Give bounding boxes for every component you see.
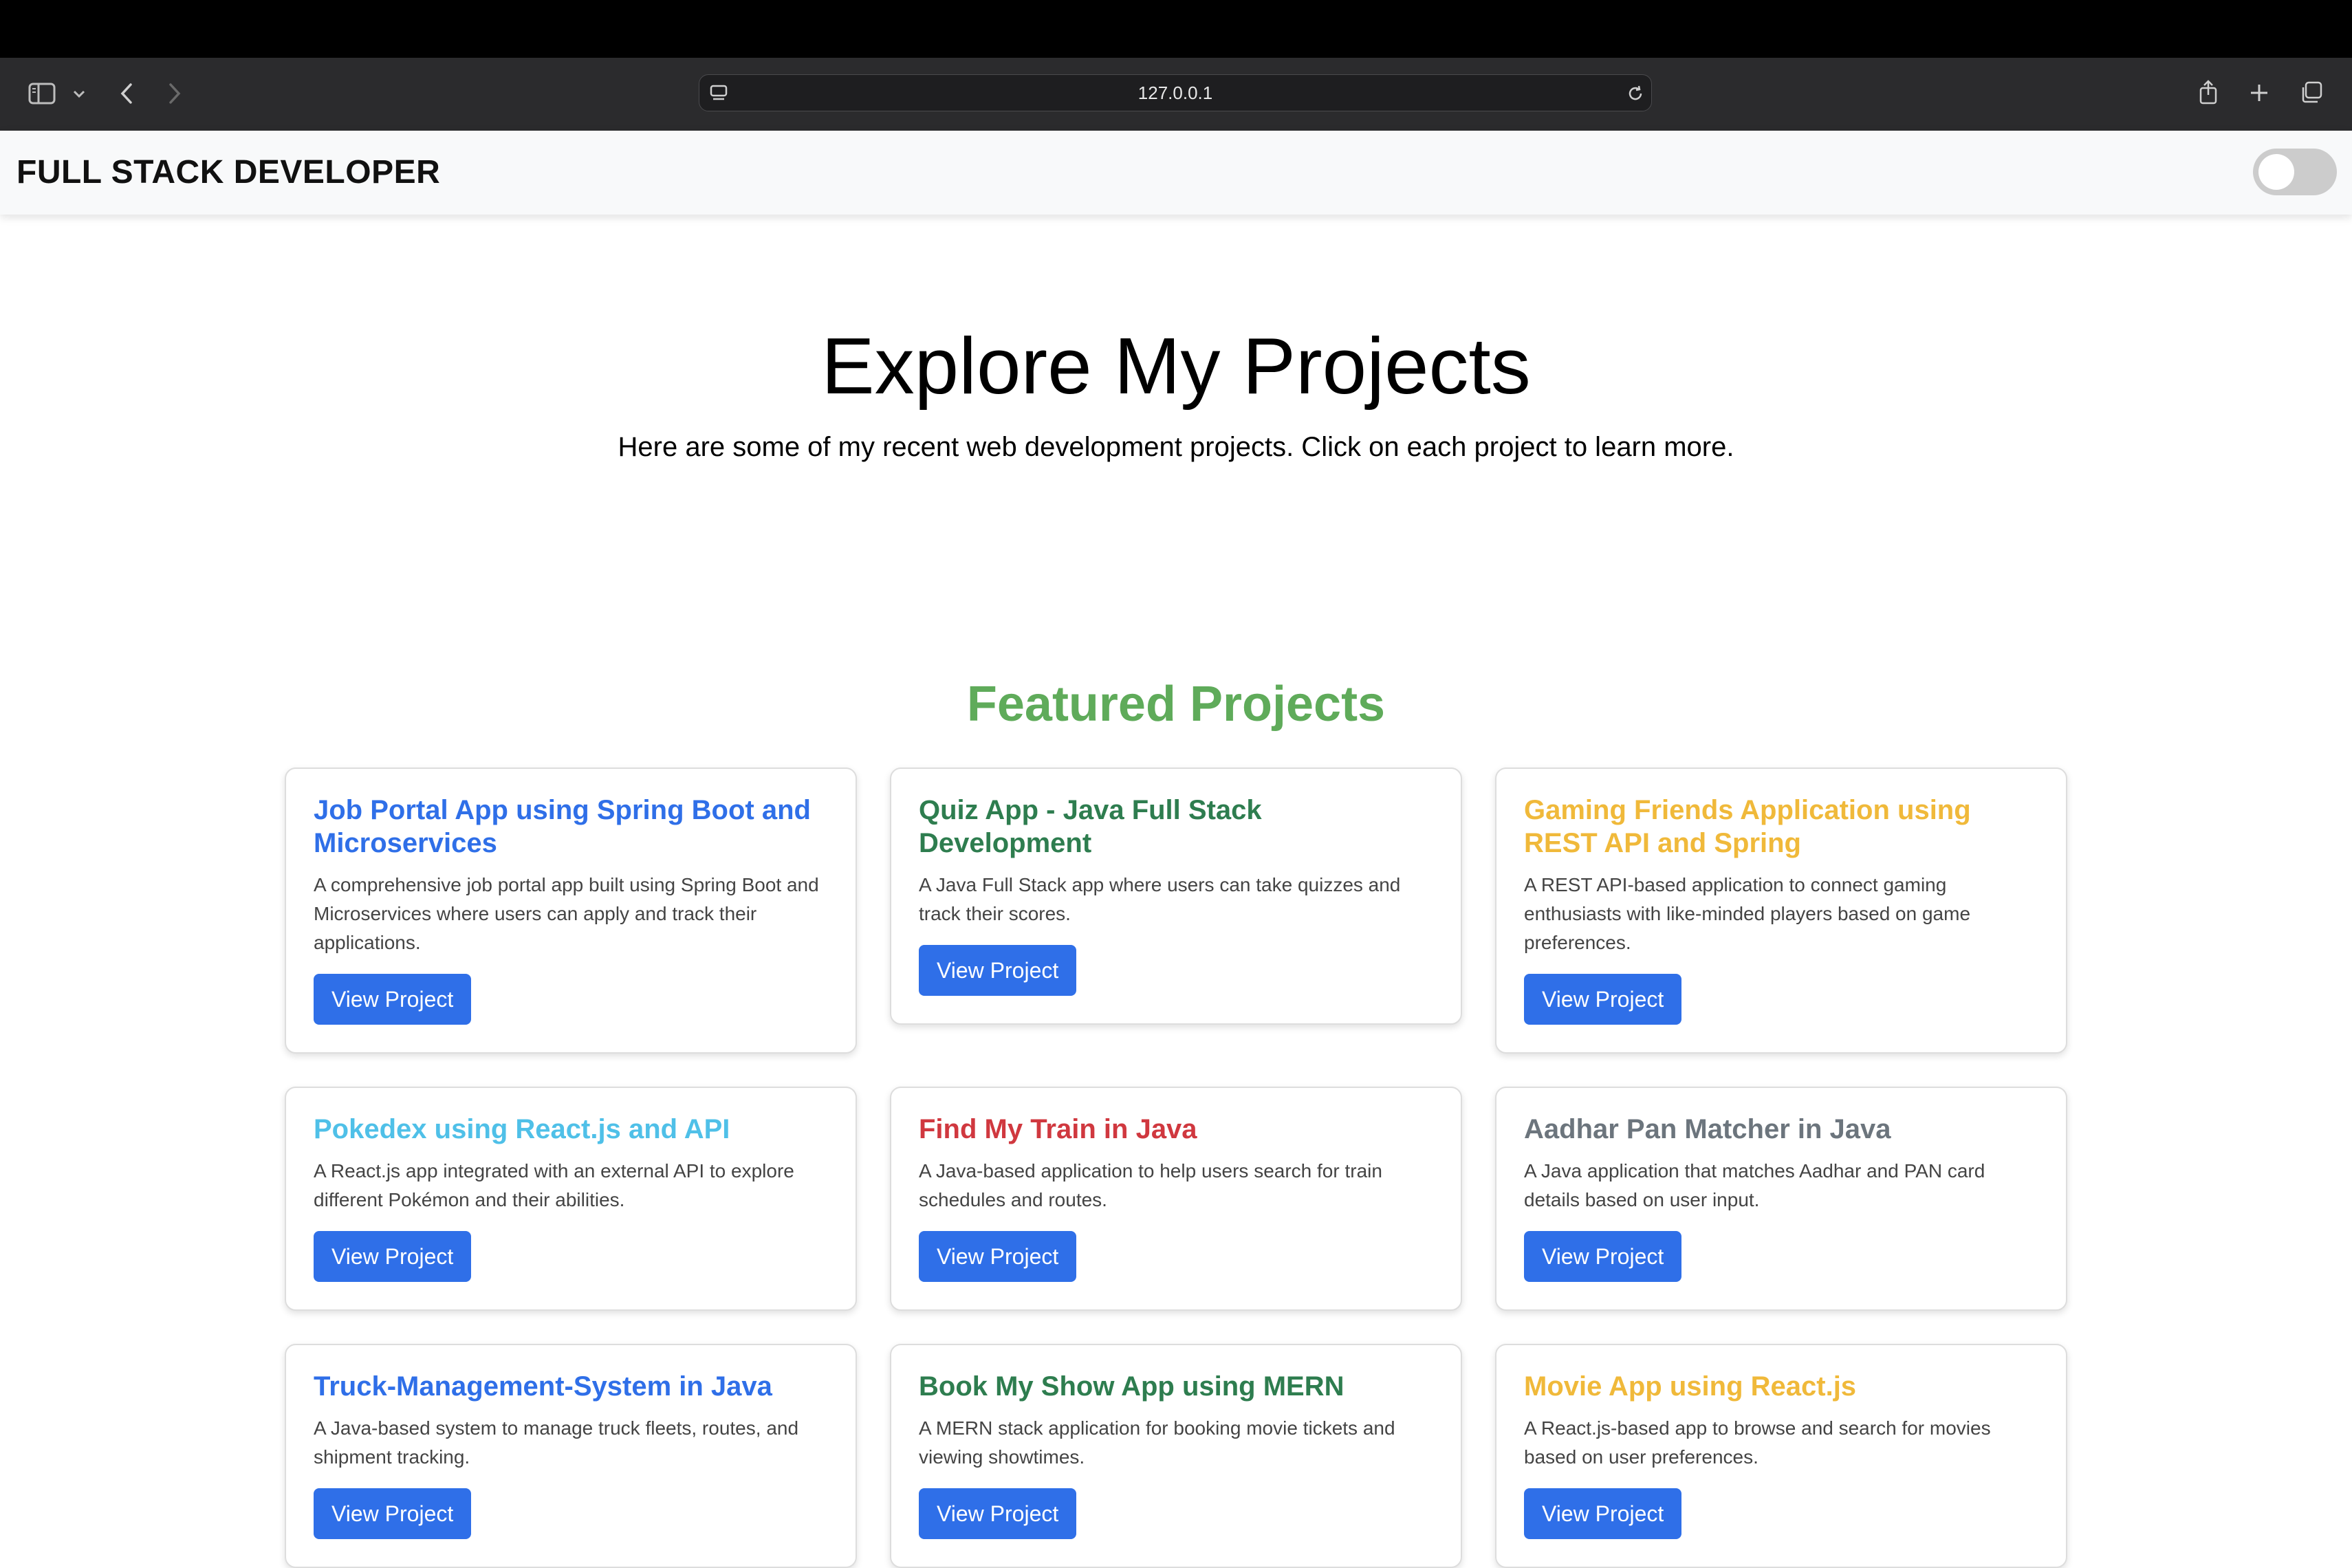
project-title: Job Portal App using Spring Boot and Mic… bbox=[314, 795, 811, 858]
toggle-knob bbox=[2258, 154, 2294, 190]
page-title: Explore My Projects bbox=[821, 321, 1531, 411]
project-title: Find My Train in Java bbox=[919, 1114, 1197, 1144]
forward-icon[interactable] bbox=[162, 80, 187, 107]
view-project-button[interactable]: View Project bbox=[314, 1231, 472, 1282]
share-icon[interactable] bbox=[2197, 77, 2220, 107]
project-card: Gaming Friends Application using REST AP… bbox=[1495, 767, 2067, 1054]
site-header: FULL STACK DEVELOPER bbox=[0, 131, 2352, 215]
project-title: Quiz App - Java Full Stack Development bbox=[919, 795, 1262, 858]
project-description: A comprehensive job portal app built usi… bbox=[314, 874, 819, 953]
browser-toolbar: 127.0.0.1 bbox=[0, 58, 2352, 131]
project-card: Movie App using React.js A React.js-base… bbox=[1495, 1344, 2067, 1568]
view-project-button[interactable]: View Project bbox=[919, 1231, 1077, 1282]
project-card: Find My Train in Java A Java-based appli… bbox=[890, 1087, 1462, 1311]
project-card: Quiz App - Java Full Stack Development A… bbox=[890, 767, 1462, 1025]
theme-toggle[interactable] bbox=[2253, 149, 2337, 195]
view-project-button[interactable]: View Project bbox=[1524, 1488, 1682, 1539]
view-project-button[interactable]: View Project bbox=[314, 974, 472, 1025]
view-project-button[interactable]: View Project bbox=[919, 945, 1077, 996]
project-title: Truck-Management-System in Java bbox=[314, 1371, 772, 1402]
project-title: Movie App using React.js bbox=[1524, 1371, 1857, 1402]
project-card: Book My Show App using MERN A MERN stack… bbox=[890, 1344, 1462, 1568]
sidebar-toggle-icon[interactable] bbox=[26, 80, 58, 107]
project-card: Pokedex using React.js and API A React.j… bbox=[285, 1087, 857, 1311]
section-title: Featured Projects bbox=[966, 677, 1386, 732]
chevron-down-icon[interactable] bbox=[70, 85, 88, 103]
project-description: A REST API-based application to connect … bbox=[1524, 874, 1971, 953]
reload-icon[interactable] bbox=[1625, 83, 1646, 104]
back-icon[interactable] bbox=[114, 80, 139, 107]
project-description: A Java-based system to manage truck flee… bbox=[314, 1417, 799, 1468]
project-card: Truck-Management-System in Java A Java-b… bbox=[285, 1344, 857, 1568]
view-project-button[interactable]: View Project bbox=[919, 1488, 1077, 1539]
system-menu-bar bbox=[0, 0, 2352, 58]
brand-title[interactable]: FULL STACK DEVELOPER bbox=[17, 131, 440, 215]
url-text: 127.0.0.1 bbox=[1137, 83, 1213, 103]
project-card: Aadhar Pan Matcher in Java A Java applic… bbox=[1495, 1087, 2067, 1311]
new-tab-icon[interactable] bbox=[2247, 81, 2271, 105]
project-description: A Java-based application to help users s… bbox=[919, 1160, 1382, 1210]
project-card: Job Portal App using Spring Boot and Mic… bbox=[285, 767, 857, 1054]
address-bar[interactable]: 127.0.0.1 bbox=[699, 74, 1652, 111]
project-description: A Java Full Stack app where users can ta… bbox=[919, 874, 1401, 924]
project-title: Book My Show App using MERN bbox=[919, 1371, 1344, 1402]
view-project-button[interactable]: View Project bbox=[1524, 974, 1682, 1025]
project-description: A MERN stack application for booking mov… bbox=[919, 1417, 1395, 1468]
project-description: A Java application that matches Aadhar a… bbox=[1524, 1160, 1985, 1210]
project-title: Pokedex using React.js and API bbox=[314, 1114, 730, 1144]
project-title: Gaming Friends Application using REST AP… bbox=[1524, 795, 1971, 858]
view-project-button[interactable]: View Project bbox=[314, 1488, 472, 1539]
tab-overview-icon[interactable] bbox=[2298, 80, 2324, 106]
projects-grid: Job Portal App using Spring Boot and Mic… bbox=[285, 767, 2067, 1568]
project-description: A React.js app integrated with an extern… bbox=[314, 1160, 794, 1210]
page-subtitle: Here are some of my recent web developme… bbox=[618, 432, 1734, 462]
project-title: Aadhar Pan Matcher in Java bbox=[1524, 1114, 1891, 1144]
project-description: A React.js-based app to browse and searc… bbox=[1524, 1417, 1991, 1468]
view-project-button[interactable]: View Project bbox=[1524, 1231, 1682, 1282]
